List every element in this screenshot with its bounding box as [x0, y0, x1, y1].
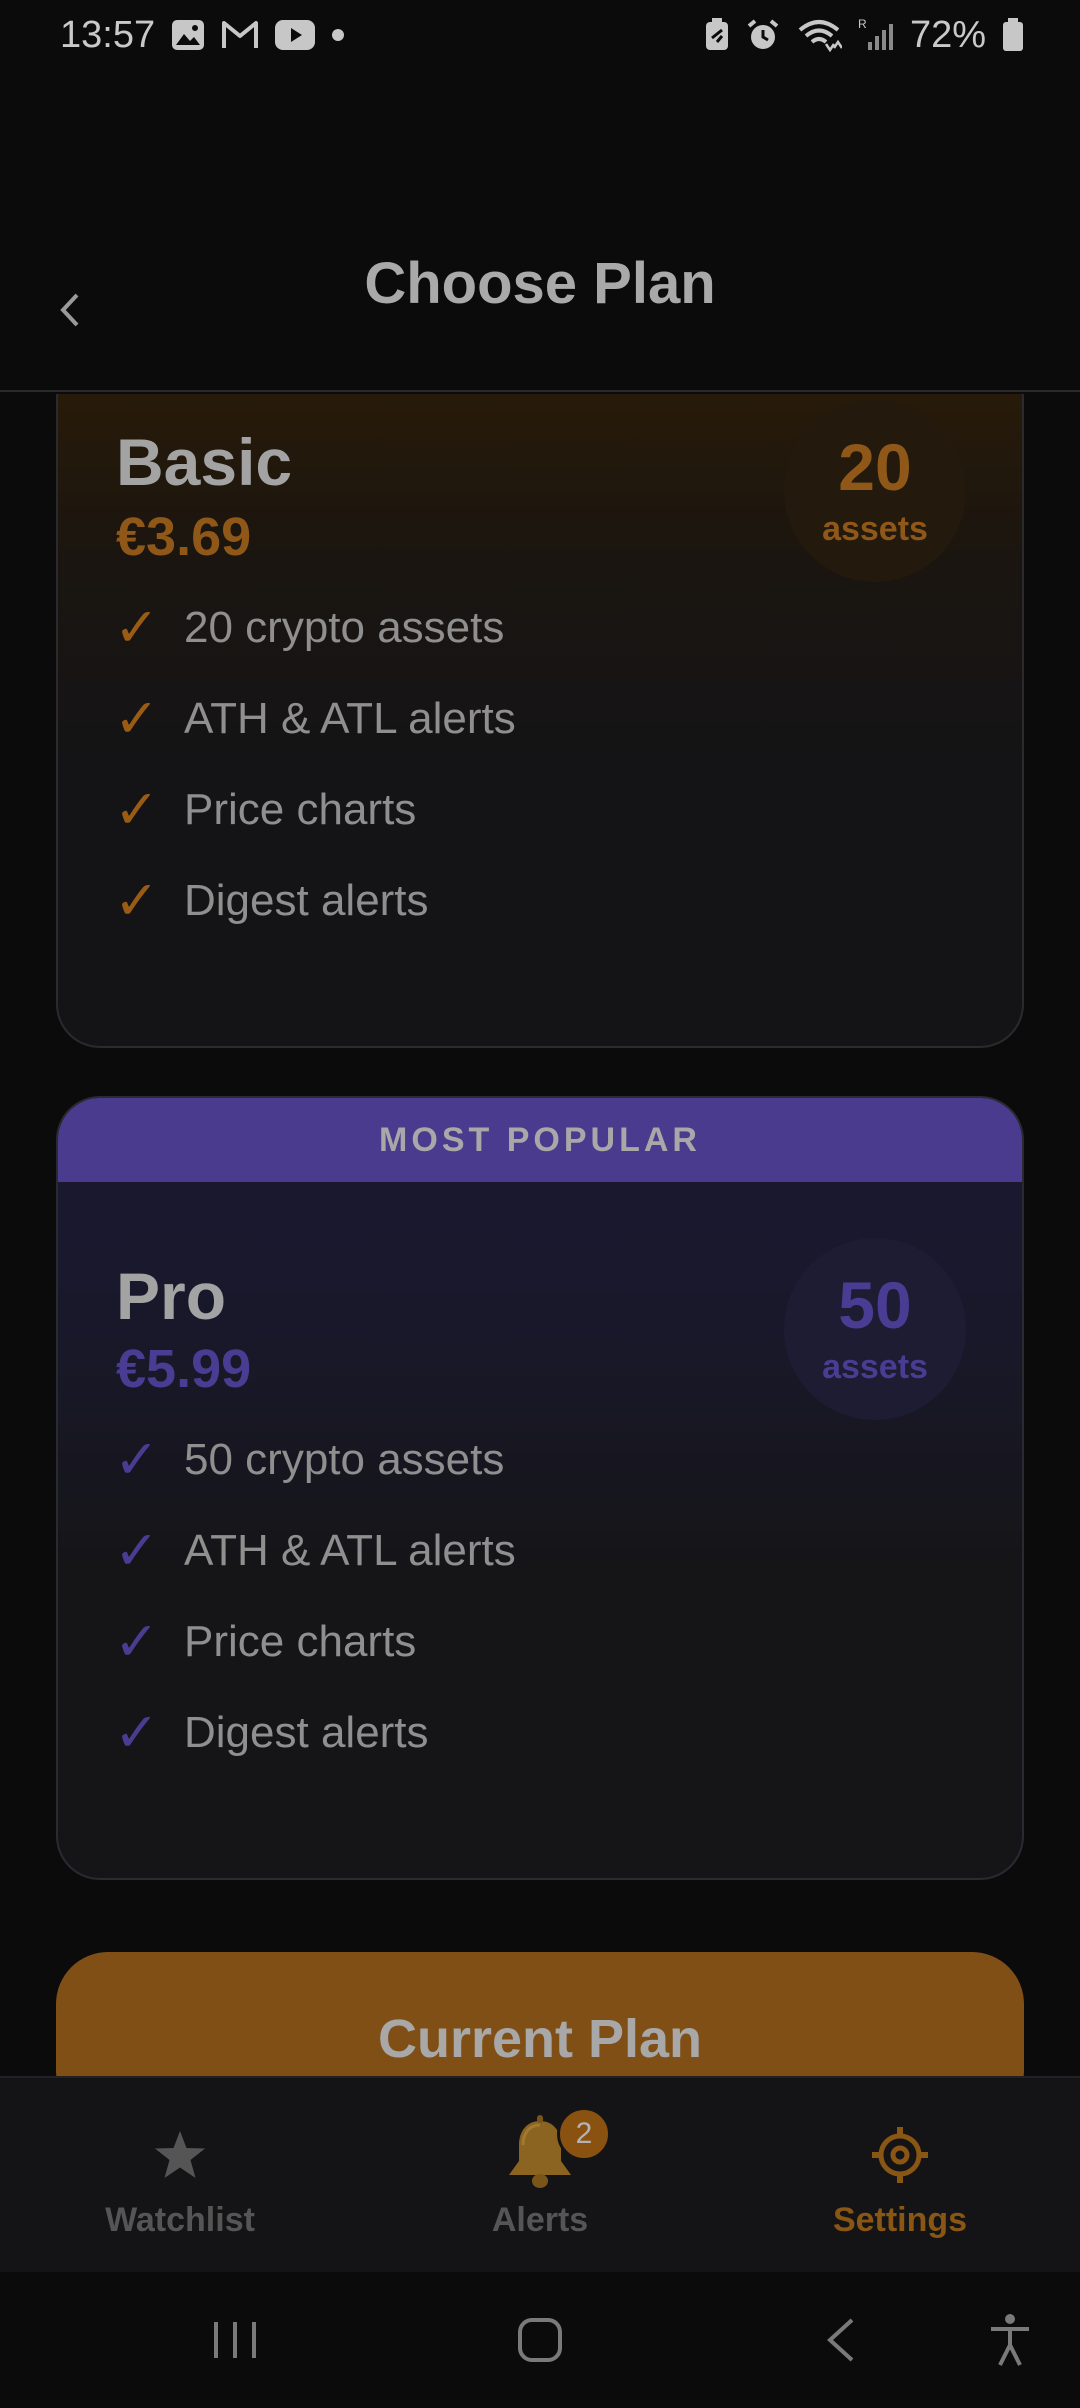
- list-item: ✓ Price charts: [114, 1596, 516, 1687]
- nav-label: Alerts: [491, 2200, 589, 2239]
- feature-list: ✓ 20 crypto assets ✓ ATH & ATL alerts ✓ Pri…: [114, 582, 516, 946]
- check-icon: ✓: [114, 1430, 160, 1490]
- back-icon[interactable]: [810, 2272, 870, 2408]
- list-item: ✓ ATH & ATL alerts: [114, 673, 516, 764]
- status-time: 13:57: [60, 13, 156, 56]
- gear-icon: [870, 2115, 930, 2195]
- gallery-icon: [171, 19, 205, 51]
- signal-icon: R: [858, 18, 894, 52]
- check-icon: ✓: [114, 1703, 160, 1763]
- app-header: Choose Plan: [0, 220, 1080, 392]
- plan-name: Basic: [116, 425, 293, 499]
- status-bar: 13:57 R 72%: [0, 0, 1080, 70]
- star-icon: [153, 2115, 207, 2195]
- current-plan-button[interactable]: Current Plan: [56, 1952, 1024, 2076]
- assets-label: assets: [822, 1347, 928, 1386]
- battery-icon: [1002, 18, 1024, 52]
- feature-text: Price charts: [184, 784, 417, 834]
- screen: 13:57 R 72% Choose Plan Basic €3.69 20 a…: [0, 0, 1080, 2408]
- check-icon: ✓: [114, 598, 160, 658]
- dot-icon: [331, 28, 345, 42]
- nav-item-watchlist[interactable]: Watchlist: [0, 2078, 360, 2272]
- check-icon: ✓: [114, 871, 160, 931]
- svg-text:R: R: [858, 18, 867, 31]
- battery-percent: 72%: [909, 13, 986, 56]
- list-item: ✓ Price charts: [114, 764, 516, 855]
- plan-price: €5.99: [116, 1339, 252, 1399]
- plan-card-basic[interactable]: Basic €3.69 20 assets ✓ 20 crypto assets …: [56, 394, 1024, 1048]
- feature-list: ✓ 50 crypto assets ✓ ATH & ATL alerts ✓ Pri…: [114, 1414, 516, 1778]
- bottom-navigation: Watchlist 2 Alerts Settings: [0, 2076, 1080, 2272]
- wifi-icon: [796, 18, 842, 52]
- check-icon: ✓: [114, 1521, 160, 1581]
- plans-scroll-area[interactable]: Basic €3.69 20 assets ✓ 20 crypto assets …: [0, 394, 1080, 2076]
- nav-item-settings[interactable]: Settings: [720, 2078, 1080, 2272]
- most-popular-banner: MOST POPULAR: [58, 1098, 1022, 1182]
- accessibility-icon[interactable]: [980, 2272, 1040, 2408]
- gmail-icon: [221, 20, 259, 50]
- assets-count: 50: [838, 1267, 912, 1342]
- feature-text: ATH & ATL alerts: [184, 1525, 516, 1575]
- youtube-icon: [275, 20, 316, 50]
- alarm-icon: [746, 18, 780, 52]
- feature-text: Digest alerts: [184, 875, 429, 925]
- plan-name: Pro: [116, 1259, 227, 1333]
- list-item: ✓ 50 crypto assets: [114, 1414, 516, 1505]
- plan-card-pro[interactable]: MOST POPULAR Pro €5.99 50 assets ✓ 50 cry…: [56, 1096, 1024, 1880]
- check-icon: ✓: [114, 1612, 160, 1672]
- feature-text: 50 crypto assets: [184, 1434, 505, 1484]
- feature-text: ATH & ATL alerts: [184, 693, 516, 743]
- nav-label: Settings: [832, 2200, 968, 2239]
- home-icon[interactable]: [505, 2272, 575, 2408]
- nav-item-alerts[interactable]: 2 Alerts: [360, 2078, 720, 2272]
- feature-text: Price charts: [184, 1616, 417, 1666]
- nav-label: Watchlist: [105, 2200, 255, 2239]
- page-title: Choose Plan: [364, 251, 716, 316]
- plan-price: €3.69: [116, 507, 252, 567]
- recents-icon[interactable]: [200, 2272, 270, 2408]
- list-item: ✓ Digest alerts: [114, 855, 516, 946]
- assets-badge: 50 assets: [784, 1238, 966, 1420]
- list-item: ✓ 20 crypto assets: [114, 582, 516, 673]
- check-icon: ✓: [114, 780, 160, 840]
- assets-label: assets: [822, 509, 928, 548]
- check-icon: ✓: [114, 689, 160, 749]
- system-navigation-bar: [0, 2272, 1080, 2408]
- feature-text: 20 crypto assets: [184, 602, 505, 652]
- list-item: ✓ ATH & ATL alerts: [114, 1505, 516, 1596]
- battery-saver-icon: [704, 18, 730, 52]
- assets-count: 20: [838, 429, 912, 504]
- bell-icon: 2: [499, 2106, 611, 2195]
- alerts-count-badge: 2: [557, 2106, 611, 2161]
- feature-text: Digest alerts: [184, 1707, 429, 1757]
- list-item: ✓ Digest alerts: [114, 1687, 516, 1778]
- assets-badge: 20 assets: [784, 400, 966, 582]
